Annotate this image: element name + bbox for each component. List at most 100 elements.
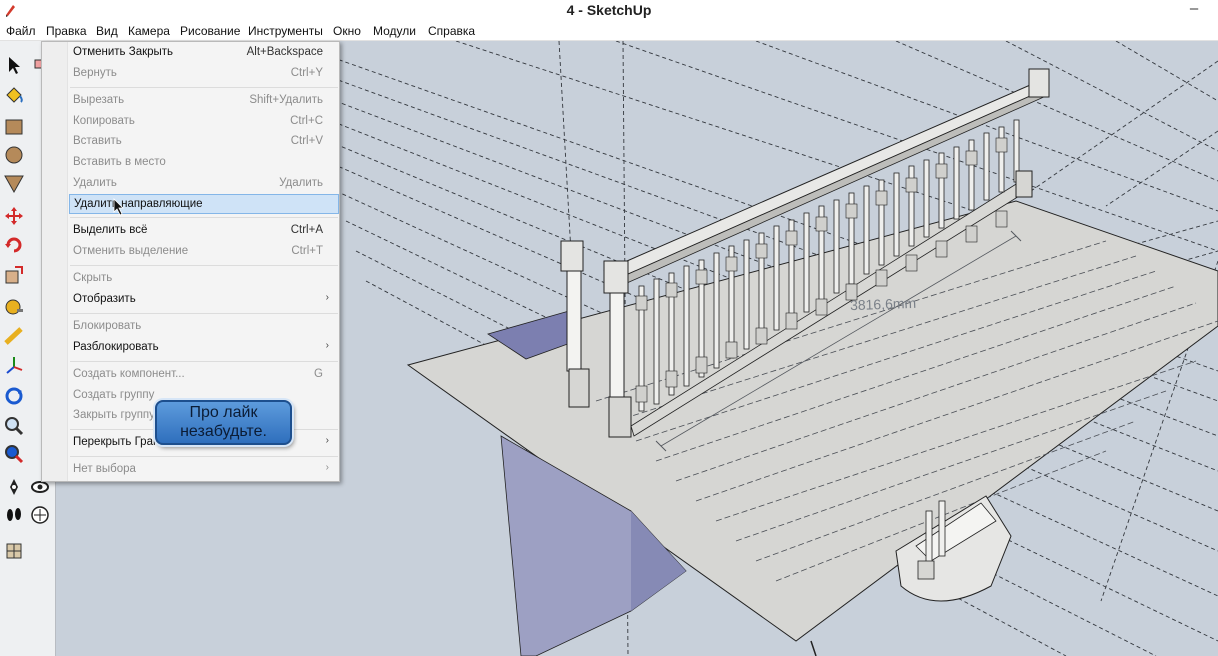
polygon-tool-button[interactable] xyxy=(2,171,26,195)
menu-icon-gutter xyxy=(42,42,68,481)
circle-icon xyxy=(5,146,23,164)
menu-item-copy[interactable]: Копировать Ctrl+C xyxy=(69,112,339,132)
rotate-icon xyxy=(5,237,22,253)
menu-item-label: Создать компонент... xyxy=(73,368,185,380)
scale-icon xyxy=(5,266,23,284)
menu-item-make-component[interactable]: Создать компонент... G xyxy=(69,365,339,385)
menu-item-lock[interactable]: Блокировать xyxy=(69,317,339,337)
menu-item-label: Удалить xyxy=(73,177,117,189)
submenu-arrow-icon: › xyxy=(325,340,329,351)
menu-item-shortcut: Ctrl+A xyxy=(290,224,323,236)
menu-draw[interactable]: Рисование xyxy=(180,24,240,38)
circle-tool-button[interactable] xyxy=(2,143,26,167)
menu-item-label: Перекрыть Грани xyxy=(73,436,166,448)
protractor-icon xyxy=(4,327,23,345)
protractor-tool-button[interactable] xyxy=(2,324,26,348)
axes-icon xyxy=(6,357,23,374)
minimize-button[interactable]: – xyxy=(1184,0,1204,20)
menu-item-shortcut: Shift+Удалить xyxy=(249,94,323,106)
position-camera-tool-button[interactable] xyxy=(2,475,26,499)
select-icon xyxy=(9,57,20,74)
menu-item-hide[interactable]: Скрыть xyxy=(69,269,339,289)
menu-item-delete[interactable]: Удалить Удалить xyxy=(69,174,339,194)
menu-item-redo[interactable]: Вернуть Ctrl+Y xyxy=(69,64,339,84)
menu-item-label: Создать группу xyxy=(73,389,155,401)
menu-item-label: Блокировать xyxy=(73,320,142,332)
move-tool-button[interactable] xyxy=(2,204,26,228)
paint-bucket-tool-button[interactable] xyxy=(2,82,26,106)
orbit-icon xyxy=(5,387,23,405)
menu-plugins[interactable]: Модули xyxy=(373,24,416,38)
menu-item-label: Вырезать xyxy=(73,94,125,106)
menu-separator xyxy=(70,217,338,218)
menu-item-unhide[interactable]: Отобразить › xyxy=(69,290,339,310)
menu-edit[interactable]: Правка xyxy=(46,24,87,38)
zoom-icon xyxy=(5,417,24,436)
menu-item-no-selection[interactable]: Нет выбора › xyxy=(69,460,339,480)
menu-item-paste-in-place[interactable]: Вставить в место xyxy=(69,153,339,173)
menu-item-select-all[interactable]: Выделить всё Ctrl+A xyxy=(69,221,339,241)
menu-item-delete-guides[interactable]: Удалить направляющие xyxy=(69,194,339,214)
walk-tool-button[interactable] xyxy=(2,503,26,527)
like-reminder-overlay: Про лайк незабудьте. xyxy=(155,400,292,445)
menu-item-label: Вернуть xyxy=(73,67,117,79)
menu-item-label: Закрыть группу xyxy=(73,409,155,421)
tape-measure-tool-button[interactable] xyxy=(2,294,26,318)
rectangle-icon xyxy=(5,119,23,135)
menu-item-label: Удалить направляющие xyxy=(74,198,203,210)
menu-item-shortcut: Ctrl+V xyxy=(290,135,323,147)
menu-item-label: Копировать xyxy=(73,115,135,127)
submenu-arrow-icon: › xyxy=(325,435,329,446)
move-icon xyxy=(5,207,23,225)
menu-item-shortcut: Ctrl+C xyxy=(290,115,323,127)
menu-item-label: Вставить xyxy=(73,135,122,147)
tape-measure-icon xyxy=(5,299,23,315)
menu-separator xyxy=(70,313,338,314)
axes-tool-button[interactable] xyxy=(2,353,26,377)
rectangle-tool-button[interactable] xyxy=(2,115,26,139)
menu-separator xyxy=(70,265,338,266)
menu-camera[interactable]: Камера xyxy=(128,24,170,38)
menu-item-shortcut: Удалить xyxy=(279,177,323,189)
window-title: 4 - SketchUp xyxy=(566,2,652,18)
section-plane-tool-button[interactable] xyxy=(28,503,52,527)
menu-separator xyxy=(70,87,338,88)
rotate-tool-button[interactable] xyxy=(2,233,26,257)
menu-item-unlock[interactable]: Разблокировать › xyxy=(69,338,339,358)
zoom-extents-tool-button[interactable] xyxy=(2,442,26,466)
menu-item-undo-close[interactable]: Отменить Закрыть Alt+Backspace xyxy=(69,43,339,63)
menu-item-paste[interactable]: Вставить Ctrl+V xyxy=(69,132,339,152)
menu-item-shortcut: G xyxy=(314,368,323,380)
menu-view[interactable]: Вид xyxy=(96,24,118,38)
submenu-arrow-icon: › xyxy=(325,462,329,473)
menu-tools[interactable]: Инструменты xyxy=(248,24,323,38)
paint-bucket-icon xyxy=(6,87,23,103)
menu-item-shortcut: Ctrl+T xyxy=(291,245,323,257)
orbit-tool-button[interactable] xyxy=(2,384,26,408)
zoom-tool-button[interactable] xyxy=(2,414,26,438)
menu-item-select-none[interactable]: Отменить выделение Ctrl+T xyxy=(69,242,339,262)
menu-item-label: Скрыть xyxy=(73,272,113,284)
menu-window[interactable]: Окно xyxy=(333,24,361,38)
menu-item-label: Разблокировать xyxy=(73,341,159,353)
sandbox-tool-button[interactable] xyxy=(2,539,26,563)
menu-file[interactable]: Файл xyxy=(6,24,36,38)
submenu-arrow-icon: › xyxy=(325,292,329,303)
menu-item-shortcut: Ctrl+Y xyxy=(290,67,323,79)
mouse-cursor-icon xyxy=(113,198,124,216)
menu-item-label: Отменить Закрыть xyxy=(73,46,174,58)
dimension-label: 3816,6mm xyxy=(849,294,917,314)
menu-separator xyxy=(70,456,338,457)
select-tool-button[interactable] xyxy=(2,53,26,77)
sandbox-icon xyxy=(6,543,22,559)
title-bar: 4 - SketchUp – xyxy=(0,0,1218,21)
like-reminder-line-1: Про лайк xyxy=(189,404,258,421)
menu-help[interactable]: Справка xyxy=(428,24,475,38)
position-camera-icon xyxy=(10,479,18,495)
menu-item-cut[interactable]: Вырезать Shift+Удалить xyxy=(69,91,339,111)
zoom-extents-icon xyxy=(5,445,24,464)
scale-tool-button[interactable] xyxy=(2,263,26,287)
menu-item-label: Вставить в место xyxy=(73,156,166,168)
menu-item-label: Отобразить xyxy=(73,293,136,305)
walk-icon xyxy=(7,508,21,521)
